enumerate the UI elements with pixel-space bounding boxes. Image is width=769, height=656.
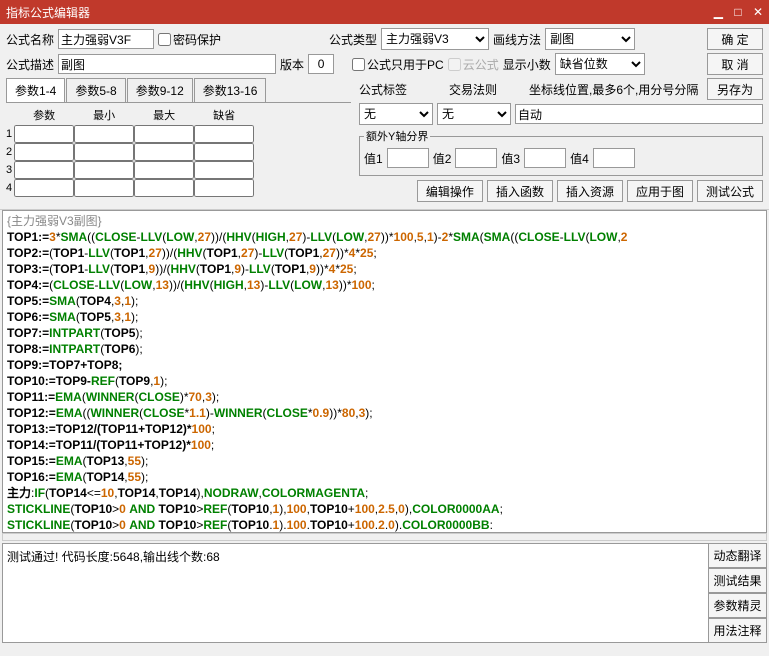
param3-name[interactable] [14, 161, 74, 179]
param1-min[interactable] [74, 125, 134, 143]
param1-def[interactable] [194, 125, 254, 143]
param2-min[interactable] [74, 143, 134, 161]
param4-def[interactable] [194, 179, 254, 197]
param-tabs: 参数1-4 参数5-8 参数9-12 参数13-16 [6, 78, 351, 103]
ok-button[interactable]: 确 定 [707, 28, 763, 50]
result-output: 测试通过! 代码长度:5648,输出线个数:68 [2, 543, 709, 643]
formula-name-input[interactable] [58, 29, 154, 49]
draw-method-select[interactable]: 副图 [545, 28, 635, 50]
y-val2[interactable] [455, 148, 497, 168]
maximize-icon[interactable]: □ [734, 5, 741, 19]
param4-name[interactable] [14, 179, 74, 197]
formula-tag-select[interactable]: 无 [359, 103, 433, 125]
close-icon[interactable]: ✕ [753, 5, 763, 19]
param3-max[interactable] [134, 161, 194, 179]
param4-max[interactable] [134, 179, 194, 197]
minimize-icon[interactable]: ▁ [714, 5, 723, 19]
param2-max[interactable] [134, 143, 194, 161]
show-decimal-select[interactable]: 缺省位数 [555, 53, 645, 75]
param2-name[interactable] [14, 143, 74, 161]
pwd-protect-checkbox[interactable]: 密码保护 [158, 31, 221, 48]
param3-min[interactable] [74, 161, 134, 179]
dyn-trans-button[interactable]: 动态翻译 [709, 543, 767, 568]
formula-tag-label: 公式标签 [359, 81, 407, 98]
trade-rule-label: 交易法则 [449, 81, 497, 98]
y-val1[interactable] [387, 148, 429, 168]
version-label: 版本 [280, 56, 304, 73]
pc-only-checkbox[interactable]: 公式只用于PC [352, 56, 444, 73]
axis-pos-input[interactable] [515, 104, 763, 124]
formula-type-label: 公式类型 [329, 31, 377, 48]
tab-params-9-12[interactable]: 参数9-12 [127, 78, 193, 102]
apply-chart-button[interactable]: 应用于图 [627, 180, 693, 202]
param4-min[interactable] [74, 179, 134, 197]
splitter[interactable] [2, 533, 767, 541]
insert-res-button[interactable]: 插入资源 [557, 180, 623, 202]
window-title: 指标公式编辑器 [6, 4, 90, 21]
tab-params-5-8[interactable]: 参数5-8 [66, 78, 125, 102]
y-val3[interactable] [524, 148, 566, 168]
cloud-checkbox: 云公式 [448, 56, 499, 73]
param1-name[interactable] [14, 125, 74, 143]
param2-def[interactable] [194, 143, 254, 161]
cancel-button[interactable]: 取 消 [707, 53, 763, 75]
show-decimal-label: 显示小数 [503, 56, 551, 73]
draw-method-label: 画线方法 [493, 31, 541, 48]
insert-fn-button[interactable]: 插入函数 [487, 180, 553, 202]
trade-rule-select[interactable]: 无 [437, 103, 511, 125]
code-editor[interactable]: {主力强弱V3副图} TOP1:=3*SMA((CLOSE-LLV(LOW,27… [2, 210, 767, 533]
usage-button[interactable]: 用法注释 [709, 618, 767, 643]
tab-params-1-4[interactable]: 参数1-4 [6, 78, 65, 102]
tab-params-13-16[interactable]: 参数13-16 [194, 78, 267, 102]
test-formula-button[interactable]: 测试公式 [697, 180, 763, 202]
axis-pos-label: 坐标线位置,最多6个,用分号分隔 [529, 81, 698, 98]
test-result-button[interactable]: 测试结果 [709, 568, 767, 593]
param-wiz-button[interactable]: 参数精灵 [709, 593, 767, 618]
y-val4[interactable] [593, 148, 635, 168]
formula-name-label: 公式名称 [6, 31, 54, 48]
version-input[interactable] [308, 54, 334, 74]
formula-desc-input[interactable] [58, 54, 276, 74]
param3-def[interactable] [194, 161, 254, 179]
formula-desc-label: 公式描述 [6, 56, 54, 73]
param1-max[interactable] [134, 125, 194, 143]
edit-op-button[interactable]: 编辑操作 [417, 180, 483, 202]
formula-type-select[interactable]: 主力强弱V3 [381, 28, 489, 50]
extra-y-group: 额外Y轴分界 值1 值2 值3 值4 [359, 128, 763, 176]
save-as-button[interactable]: 另存为 [707, 78, 763, 100]
